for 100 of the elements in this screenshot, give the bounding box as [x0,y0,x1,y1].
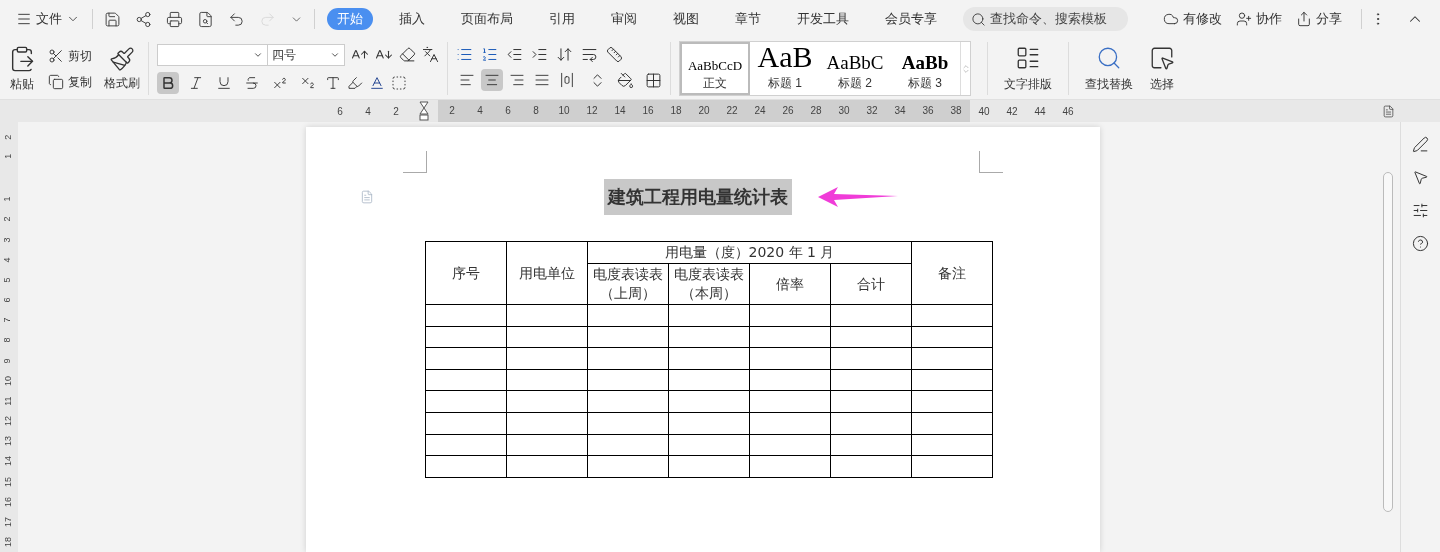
ruler-number: 24 [746,100,774,122]
pen-icon[interactable] [1412,136,1429,153]
ruler-number: 10 [550,100,578,122]
ruler-number: 17 [2,516,15,527]
cloud-icon [1163,11,1179,27]
settings-icon[interactable] [1412,202,1429,219]
ruler-icon[interactable] [606,46,623,63]
pinyin-icon[interactable] [422,46,439,63]
indent-icon[interactable] [531,46,548,63]
ruler-number: 30 [830,100,858,122]
align-center-icon [484,72,500,88]
share-icon [1296,11,1312,27]
style-option[interactable]: AaBbC 标题 2 [820,42,890,95]
table-cell: 用电量（度）2020 年 1 月 [587,241,912,264]
text-effect-icon[interactable] [325,74,341,91]
ribbon-tab[interactable]: 引用 [539,8,585,30]
document-title: 建筑工程用电量统计表 [604,179,792,215]
ruler-number: 38 [942,100,970,122]
paste-button[interactable]: 粘贴 [8,44,36,93]
indent-marker-icon[interactable] [419,101,429,121]
ruler-number: 13 [2,436,15,447]
scrollbar[interactable] [1383,172,1393,512]
cursor-icon[interactable] [1412,169,1429,186]
style-option[interactable]: AaBbCcD 正文 [680,42,750,95]
strikethrough-icon [244,74,260,91]
ribbon-tab[interactable]: 会员专享 [875,8,947,30]
ruler-number: 4 [466,100,494,122]
align-distributed-icon [559,72,575,88]
ruler-number: 2 [438,100,466,122]
ribbon-tab[interactable]: 章节 [725,8,771,30]
redo-icon [259,10,276,28]
font-color-icon[interactable] [369,74,385,91]
shading-icon[interactable] [617,71,634,89]
search-field[interactable]: 查找命令、搜索模板 [963,7,1128,31]
document-icon[interactable] [1382,104,1395,118]
highlighter-icon[interactable] [347,74,363,91]
ruler-number: 36 [914,100,942,122]
user-plus-icon [1236,11,1252,27]
align-center-button[interactable] [481,69,503,91]
line-break-icon[interactable] [581,46,598,63]
style-option[interactable]: AaBb 标题 3 [890,42,960,95]
ribbon-tab[interactable]: 开发工具 [787,8,859,30]
ruler-number: 6 [336,104,344,119]
ruler-number: 42 [1005,104,1019,119]
collab-button[interactable]: 协作 [1233,9,1285,29]
ruler-number: 11 [2,396,15,406]
eraser-icon[interactable] [399,46,416,63]
ruler-number: 15 [2,476,15,487]
find-button[interactable]: 查找替换 [1077,38,1141,99]
paintbrush-icon [109,45,135,72]
file-menu[interactable]: 文件 [12,9,84,29]
ribbon-tab[interactable]: 视图 [663,8,709,30]
ribbon-tab[interactable]: 页面布局 [451,8,523,30]
style-option[interactable]: AaB 标题 1 [750,42,820,95]
ruler-number: 1 [2,196,15,202]
file-search-icon [197,10,214,28]
copy-button[interactable]: 复制 [48,72,92,91]
ruler-number: 8 [2,338,15,343]
ruler-number: 44 [1033,104,1047,119]
share-button[interactable]: 分享 [1293,9,1345,29]
crop-mark [403,151,427,173]
scissors-icon [48,47,64,64]
ruler-number: 12 [2,416,15,427]
ruler-number: 18 [662,100,690,122]
italic-icon [188,74,204,91]
ruler-number: 18 [2,537,15,548]
ruler-number: 16 [2,496,15,507]
select-button[interactable]: 选择 [1141,38,1183,99]
sort-icon[interactable] [556,46,573,63]
copy-icon [48,73,64,90]
ruler-number: 12 [578,100,606,122]
underline-icon [216,74,232,91]
ruler-number: 14 [606,100,634,122]
menu-icon [16,11,32,27]
ruler-number: 46 [1061,104,1075,119]
ribbon-tab[interactable]: 审阅 [601,8,647,30]
printer-icon [166,10,183,28]
bold-button[interactable] [157,71,179,94]
ruler-number: 6 [2,297,15,303]
sync-button[interactable]: 有修改 [1160,9,1225,29]
layout-button[interactable]: 文字排版 [996,38,1060,99]
ruler-number: 2 [2,217,15,223]
table-cell: 倍率 [749,263,831,305]
format-painter-button[interactable]: 格式刷 [104,45,140,92]
table-cell: 用电单位 [506,241,588,305]
char-border-icon[interactable] [391,74,407,91]
ruler-number: 14 [2,456,15,467]
ruler-number: 1 [2,153,15,159]
borders-icon[interactable] [645,71,662,89]
cut-button[interactable]: 剪切 [48,46,92,65]
align-right-icon [509,72,525,88]
align-left-icon [459,72,475,88]
ruler-number: 5 [2,277,15,283]
numbered-list-icon[interactable] [481,46,498,63]
outdent-icon[interactable] [506,46,523,63]
help-icon[interactable] [1412,235,1429,252]
ruler-number: 8 [522,100,550,122]
ribbon-tab[interactable]: 插入 [389,8,435,30]
bullet-list-icon[interactable] [456,46,473,63]
ruler-number: 20 [690,100,718,122]
